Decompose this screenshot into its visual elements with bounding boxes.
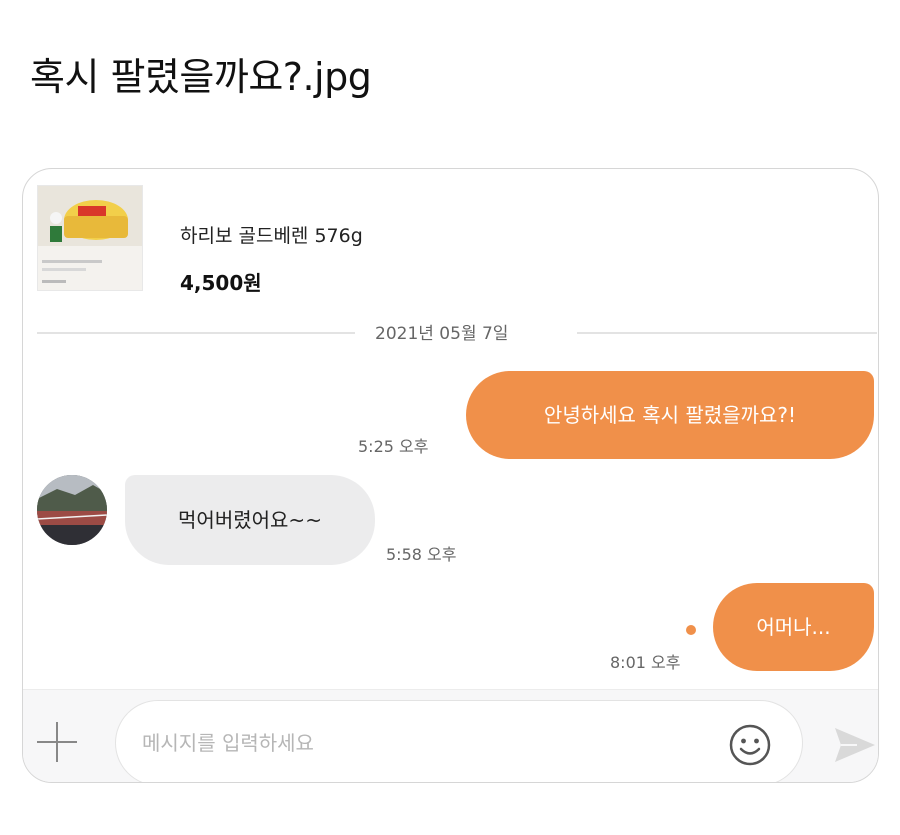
product-thumbnail [37, 185, 143, 291]
message-time: 8:01 오후 [610, 653, 681, 672]
date-separator: 2021년 05월 7일 [37, 317, 877, 347]
avatar[interactable] [37, 475, 107, 545]
date-label: 2021년 05월 7일 [375, 324, 509, 344]
message-input[interactable] [115, 700, 803, 782]
message-input-bar [23, 689, 878, 782]
unread-indicator [686, 625, 696, 635]
message-bubble-incoming: 먹어버렸어요~~ [125, 475, 375, 565]
product-price: 4,500원 [180, 271, 262, 295]
post-title: 혹시 팔렸을까요?.jpg [30, 55, 372, 99]
send-icon[interactable] [831, 722, 878, 768]
message-time: 5:25 오후 [358, 437, 429, 456]
product-name: 하리보 골드베렌 576g [180, 225, 363, 247]
message-time: 5:58 오후 [386, 545, 457, 564]
chat-screen: 하리보 골드베렌 576g 4,500원 2021년 05월 7일 안녕하세요 … [22, 168, 879, 783]
message-bubble-outgoing: 어머나... [713, 583, 874, 671]
divider-line [37, 332, 355, 334]
product-header[interactable]: 하리보 골드베렌 576g 4,500원 [37, 185, 637, 295]
plus-icon[interactable] [35, 720, 79, 764]
divider-line [577, 332, 877, 334]
smile-icon[interactable] [727, 722, 773, 768]
message-bubble-outgoing: 안녕하세요 혹시 팔렸을까요?! [466, 371, 874, 459]
